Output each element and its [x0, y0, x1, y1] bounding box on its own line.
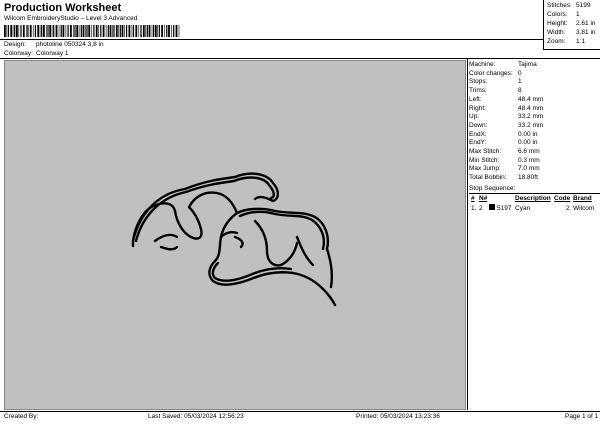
- machine-info-label: Color changes:: [469, 69, 513, 77]
- divider: [469, 193, 600, 194]
- created-by: Created By:: [4, 413, 39, 420]
- machine-info-value: 0.00 in: [518, 130, 538, 138]
- barcode-suffix: ,: [140, 28, 143, 39]
- seq-col-n: N#: [479, 195, 488, 202]
- machine-info-value: 33.2 mm: [518, 121, 544, 129]
- divider: [0, 58, 600, 59]
- machine-info-label: Machine:: [469, 61, 496, 68]
- machine-info-label: Right:: [469, 104, 486, 112]
- machine-info-label: EndX:: [469, 130, 487, 138]
- machine-info-value: 0: [518, 69, 522, 77]
- machine-info-panel: Machine: Tajima Color changes: 0 Stops: 1 Trim…: [469, 60, 600, 410]
- colors-label: Colors:: [547, 11, 568, 18]
- printed-date: Printed: 05/03/2024 13:23:36: [356, 413, 440, 420]
- machine-info-value: 18.80ft: [518, 174, 538, 182]
- height-label: Height:: [547, 20, 568, 27]
- seq-row-stitches: 5197: [497, 205, 512, 212]
- width-label: Width:: [547, 29, 566, 36]
- barcode: [4, 25, 180, 37]
- seq-col-code: Code: [554, 195, 571, 202]
- machine-info-value: 8: [518, 87, 522, 95]
- divider: [0, 39, 543, 40]
- machine-info-label: Trims:: [469, 87, 487, 95]
- seq-col-index: #: [471, 195, 475, 202]
- thread-color-swatch: [489, 204, 495, 210]
- machine-info-label: Up:: [469, 113, 480, 121]
- stats-box: Stitches: 5199 Colors: 1 Height: 2.61 in…: [543, 0, 600, 50]
- colorway-label: Colorway:: [4, 50, 33, 57]
- seq-row-brand: Wilcom: [573, 205, 595, 212]
- machine-info-label: Stops:: [469, 78, 488, 86]
- width-value: 3.81 in: [576, 29, 596, 36]
- machine-info-value: 0.00 in: [518, 139, 538, 147]
- machine-info-label: Max Stitch:: [469, 148, 502, 155]
- worksheet-title: Production Worksheet: [4, 2, 122, 14]
- zoom-value: 1:1: [576, 38, 586, 45]
- machine-info-label: Down:: [469, 121, 488, 129]
- machine-info-value: 33.2 mm: [518, 113, 544, 121]
- last-saved: Last Saved: 05/03/2024 12:56:23: [148, 413, 244, 420]
- design-value: photoline 050324 3,8 in: [36, 41, 104, 48]
- seq-row-index: 1.: [471, 205, 477, 212]
- stitches-value: 5199: [576, 2, 591, 9]
- machine-info-value: 48.4 mm: [518, 104, 544, 112]
- embroidery-design-preview: [131, 172, 337, 307]
- seq-row-n: 2: [479, 205, 483, 212]
- seq-row-description: Cyan: [515, 205, 531, 212]
- machine-info-value: 0.3 mm: [518, 156, 540, 164]
- design-row: Design: photoline 050324 3,8 in: [0, 41, 300, 50]
- stop-sequence-title: Stop Sequence:: [469, 185, 516, 192]
- machine-info-label: Left:: [469, 95, 482, 103]
- seq-col-description: Description: [515, 195, 551, 202]
- machine-info-label: Max Jump:: [469, 165, 501, 173]
- machine-info-value: 7.0 mm: [518, 165, 540, 173]
- page-number: Page 1 of 1: [565, 413, 599, 420]
- height-value: 2.61 in: [576, 20, 596, 27]
- colorway-value: Colorway 1: [36, 50, 69, 57]
- machine-info-value: 1: [518, 78, 522, 86]
- machine-info-value: Tajima: [518, 61, 537, 68]
- machine-info-value: 48.4 mm: [518, 95, 544, 103]
- machine-info-label: Min Stitch:: [469, 156, 500, 164]
- seq-row-code: 2: [566, 205, 570, 212]
- machine-info-value: 6.6 mm: [518, 148, 540, 155]
- design-label: Design:: [4, 41, 27, 48]
- footer: Created By: Last Saved: 05/03/2024 12:56…: [0, 411, 600, 424]
- software-subtitle: Wilcom EmbroideryStudio – Level 3 Advanc…: [4, 15, 138, 22]
- colors-value: 1: [576, 11, 580, 18]
- divider: [467, 58, 468, 410]
- machine-info-label: EndY:: [469, 139, 487, 147]
- machine-info-label: Total Bobbin:: [469, 174, 507, 182]
- stitches-label: Stitches:: [547, 2, 572, 9]
- seq-col-brand: Brand: [573, 195, 592, 202]
- zoom-label: Zoom:: [547, 38, 566, 45]
- design-preview-canvas: [4, 60, 466, 410]
